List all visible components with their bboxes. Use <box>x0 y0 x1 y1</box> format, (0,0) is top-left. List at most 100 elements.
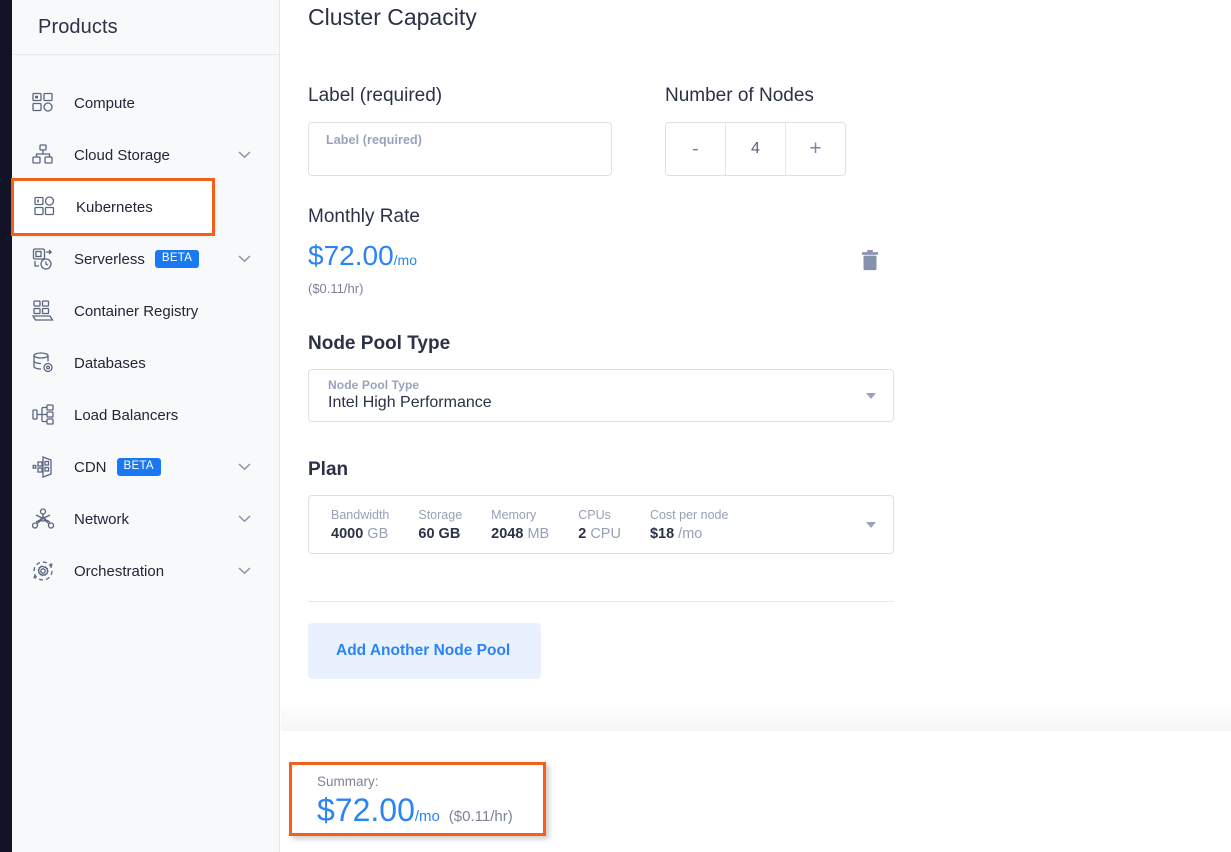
plan-cell-value: $18 /mo <box>650 526 729 542</box>
monthly-rate-block: Monthly Rate $72.00/mo ($0.11/hr) <box>308 206 894 296</box>
summary-price-unit: /mo <box>414 808 440 825</box>
plan-cell-value: 4000 GB <box>331 526 389 542</box>
plan-cell-cpus: CPUs 2 CPU <box>578 508 621 542</box>
chevron-down-icon[interactable] <box>238 146 251 164</box>
serverless-icon <box>26 244 60 274</box>
chevron-down-icon[interactable] <box>238 458 251 476</box>
node-count-value[interactable]: 4 <box>725 123 786 175</box>
beta-badge: BETA <box>154 249 200 269</box>
sidebar-item-label: Kubernetes <box>76 198 153 216</box>
plan-heading: Plan <box>308 459 349 480</box>
summary-price-amount: $72.00 <box>317 792 415 828</box>
sidebar-item-label: Databases <box>74 354 146 372</box>
plan-cell-number: $18 <box>649 525 675 542</box>
plan-cell-label: Cost per node <box>649 507 729 522</box>
sidebar-item-network[interactable]: Network <box>12 493 279 545</box>
sidebar-item-kubernetes[interactable]: Kubernetes <box>11 178 215 236</box>
sidebar-item-load-balancers[interactable]: Load Balancers <box>12 389 279 441</box>
summary-box[interactable]: Summary: $72.00/mo ($0.11/hr) <box>289 762 546 836</box>
chevron-down-icon[interactable] <box>238 250 251 268</box>
plan-cell-cost-per-node: Cost per node $18 /mo <box>650 508 729 542</box>
label-input-mini-label: Label (required) <box>326 133 423 147</box>
increment-nodes-button[interactable]: + <box>786 123 845 175</box>
node-pool-type-heading: Node Pool Type <box>308 333 451 354</box>
label-column: Label (required) Label (required) <box>308 85 665 176</box>
plan-cell-number: 60 <box>418 525 435 542</box>
plan-cell-unit: /mo <box>678 525 703 542</box>
plan-select[interactable]: Bandwidth 4000 GB Storage 60 GB Memory 2048 M… <box>308 495 894 554</box>
plan-cell-value: 60 GB <box>418 526 462 542</box>
sidebar-title: Products <box>38 15 118 38</box>
app-root: Products Compute Cloud Storage Kubernetes S… <box>0 0 1231 852</box>
label-field-heading: Label (required) <box>308 85 443 106</box>
sidebar-item-label: Network <box>74 510 130 528</box>
add-another-node-pool-button[interactable]: Add Another Node Pool <box>308 623 541 679</box>
node-pool-type-mini-label: Node Pool Type <box>328 378 420 392</box>
cdn-icon <box>26 452 60 482</box>
cloud-storage-icon <box>26 140 60 170</box>
sidebar-item-databases[interactable]: Databases <box>12 337 279 389</box>
plan-cell-unit: MB <box>527 525 550 542</box>
app-rail <box>0 0 12 852</box>
products-sidebar: Products Compute Cloud Storage Kubernetes S… <box>11 0 280 852</box>
sidebar-item-orchestration[interactable]: Orchestration <box>12 545 279 597</box>
plan-cell-label: Memory <box>491 507 537 522</box>
trash-icon[interactable] <box>859 248 881 274</box>
plan-cell-number: 2048 <box>491 525 524 542</box>
plan-cell-number: 2 <box>578 525 587 542</box>
sidebar-nav: Compute Cloud Storage Kubernetes Serverless… <box>11 55 279 597</box>
sidebar-item-label: Orchestration <box>74 562 165 580</box>
sidebar-item-label: Container Registry <box>74 302 199 320</box>
plan-cell-unit: CPU <box>590 525 621 542</box>
summary-label: Summary: <box>317 774 379 789</box>
plan-cell-label: Bandwidth <box>331 507 390 522</box>
container-registry-icon <box>26 296 60 326</box>
sidebar-item-cdn[interactable]: CDN BETA <box>12 441 279 493</box>
sidebar-item-serverless[interactable]: Serverless BETA <box>12 233 279 285</box>
main-scroll-area[interactable]: Cluster Capacity Label (required) Label … <box>281 0 1231 731</box>
plan-cell-label: Storage <box>418 507 463 522</box>
plan-cell-value: 2048 MB <box>491 526 549 542</box>
sidebar-item-label: Serverless <box>74 250 145 268</box>
scroll-fade <box>281 700 1231 731</box>
orchestration-icon <box>26 556 60 586</box>
capacity-row: Label (required) Label (required) Number… <box>308 85 1231 176</box>
sidebar-item-label: Cloud Storage <box>74 146 170 164</box>
plan-cell-label: CPUs <box>578 507 611 522</box>
monthly-rate-price: $72.00/mo <box>308 242 894 270</box>
sidebar-item-cloud-storage[interactable]: Cloud Storage <box>12 129 279 181</box>
sidebar-item-label: Load Balancers <box>74 406 179 424</box>
main-panel: Cluster Capacity Label (required) Label … <box>281 0 1231 852</box>
monthly-rate-amount: $72.00 <box>308 240 394 271</box>
monthly-rate-heading: Monthly Rate <box>308 206 420 227</box>
summary-bar: Summary: $72.00/mo ($0.11/hr) <box>281 731 1231 852</box>
node-pool-type-select[interactable]: Node Pool Type Intel High Performance <box>308 369 894 422</box>
page-title: Cluster Capacity <box>308 4 477 30</box>
monthly-rate-hourly: ($0.11/hr) <box>308 281 364 296</box>
label-input[interactable]: Label (required) <box>308 122 612 176</box>
plan-cell-unit: GB <box>367 525 389 542</box>
sidebar-item-compute[interactable]: Compute <box>12 77 279 129</box>
plan-cell-bandwidth: Bandwidth 4000 GB <box>331 508 389 542</box>
nodes-column: Number of Nodes - 4 + <box>665 85 925 176</box>
chevron-down-icon[interactable] <box>238 510 251 528</box>
load-balancers-icon <box>26 400 60 430</box>
sidebar-item-container-registry[interactable]: Container Registry <box>12 285 279 337</box>
chevron-down-icon[interactable] <box>238 562 251 580</box>
plan-cell-number: 4000 <box>331 525 364 542</box>
summary-price: $72.00/mo ($0.11/hr) <box>317 794 543 826</box>
chevron-down-icon <box>866 392 876 399</box>
kubernetes-icon <box>28 192 62 222</box>
plan-cell-unit: GB <box>438 525 461 542</box>
databases-icon <box>26 348 60 378</box>
section-divider <box>308 601 894 602</box>
sidebar-item-label: CDN <box>74 458 107 476</box>
nodes-field-heading: Number of Nodes <box>665 85 814 106</box>
node-count-stepper: - 4 + <box>665 122 846 176</box>
monthly-rate-unit: /mo <box>393 252 417 268</box>
chevron-down-icon <box>866 521 876 528</box>
summary-price-hourly: ($0.11/hr) <box>448 808 513 825</box>
plan-cell-storage: Storage 60 GB <box>418 508 462 542</box>
decrement-nodes-button[interactable]: - <box>666 123 725 175</box>
beta-badge: BETA <box>116 457 161 477</box>
